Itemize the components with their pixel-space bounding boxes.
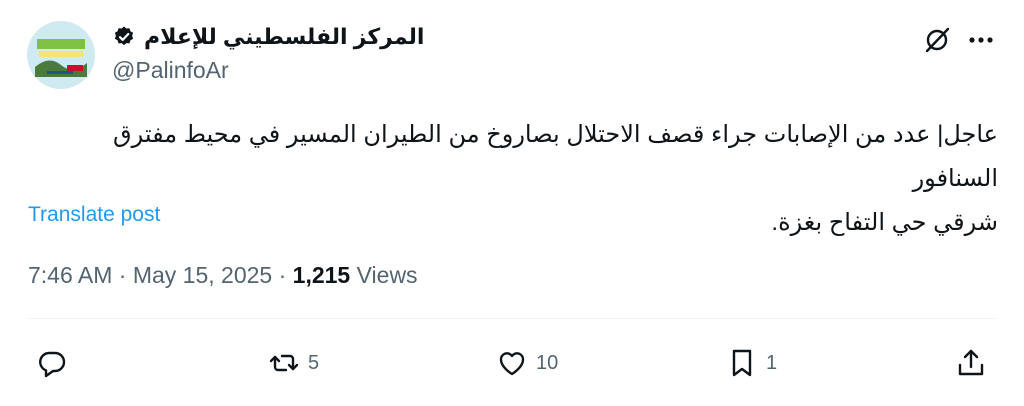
tweet-text: عاجل| عدد من الإصابات جراء قصف الاحتلال … bbox=[38, 113, 998, 245]
tweet-date[interactable]: May 15, 2025 bbox=[133, 262, 272, 289]
translate-post-link[interactable]: Translate post bbox=[28, 203, 160, 227]
grok-icon bbox=[925, 27, 950, 53]
author-handle[interactable]: @PalinfoAr bbox=[112, 57, 229, 84]
more-horizontal-icon bbox=[969, 37, 993, 43]
views-label: Views bbox=[350, 262, 418, 288]
tweet-text-line-1: عاجل| عدد من الإصابات جراء قصف الاحتلال … bbox=[112, 121, 998, 192]
more-options-button[interactable] bbox=[966, 26, 996, 54]
share-button[interactable] bbox=[955, 347, 987, 379]
bookmark-icon bbox=[732, 349, 752, 377]
share-icon bbox=[958, 349, 984, 376]
bookmark-button[interactable]: 1 bbox=[726, 347, 777, 379]
meta-separator: · bbox=[112, 262, 133, 288]
palinfo-logo-icon bbox=[27, 21, 95, 89]
tweet-time[interactable]: 7:46 AM bbox=[28, 262, 112, 289]
repost-icon bbox=[269, 354, 299, 372]
grok-button[interactable] bbox=[922, 25, 952, 55]
author-name-row[interactable]: المركز الفلسطيني للإعلام bbox=[112, 24, 424, 50]
repost-button[interactable]: 5 bbox=[268, 347, 319, 379]
views-count: 1,215 bbox=[292, 262, 351, 288]
bookmark-count: 1 bbox=[766, 351, 778, 374]
heart-icon bbox=[499, 352, 525, 376]
tweet-text-line-2: شرقي حي التفاح بغزة. bbox=[771, 209, 998, 236]
avatar[interactable] bbox=[27, 21, 95, 89]
like-count: 10 bbox=[536, 351, 559, 374]
reply-icon bbox=[39, 351, 66, 378]
like-button[interactable]: 10 bbox=[496, 347, 558, 379]
action-bar: 5 10 1 bbox=[0, 347, 1024, 387]
repost-count: 5 bbox=[308, 351, 320, 374]
divider bbox=[28, 318, 996, 319]
reply-button[interactable] bbox=[36, 347, 68, 379]
meta-separator: · bbox=[272, 262, 293, 288]
verified-badge-icon bbox=[114, 26, 134, 46]
tweet-meta: 7:46 AM · May 15, 2025 · 1,215 Views bbox=[28, 262, 418, 289]
author-display-name[interactable]: المركز الفلسطيني للإعلام bbox=[144, 24, 424, 50]
